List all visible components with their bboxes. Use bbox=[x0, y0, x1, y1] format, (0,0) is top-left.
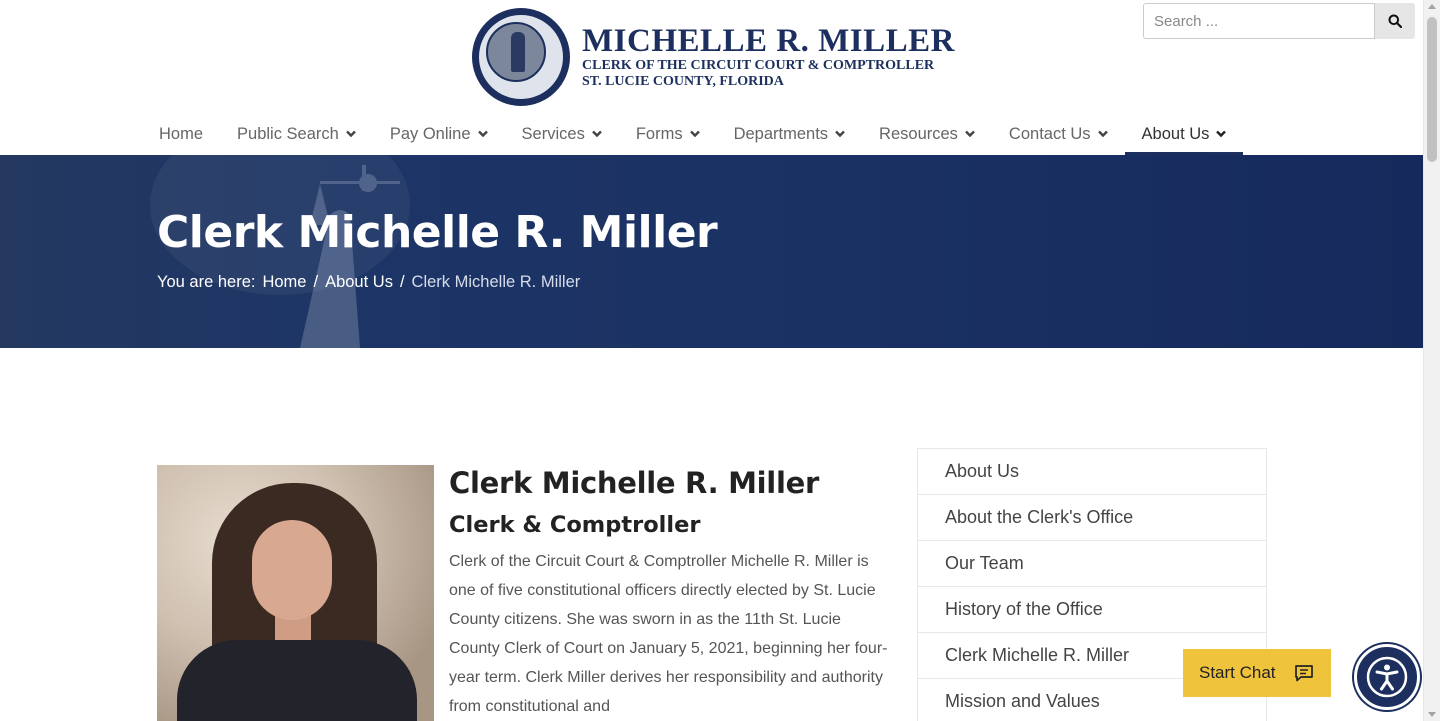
nav-contact-us[interactable]: Contact Us bbox=[992, 118, 1125, 155]
nav-resources[interactable]: Resources bbox=[862, 118, 992, 155]
accessibility-icon bbox=[1366, 656, 1408, 698]
nav-label: Home bbox=[159, 125, 204, 143]
breadcrumb-about-us[interactable]: About Us bbox=[325, 273, 393, 292]
clerk-bio: Clerk Michelle R. Miller Clerk & Comptro… bbox=[449, 464, 889, 721]
breadcrumb: You are here: Home / About Us / Clerk Mi… bbox=[157, 273, 587, 292]
search-button[interactable] bbox=[1375, 3, 1415, 39]
bio-role: Clerk & Comptroller bbox=[449, 512, 701, 538]
chat-label: Start Chat bbox=[1199, 663, 1276, 682]
chevron-down-icon bbox=[689, 130, 700, 138]
bio-name: Clerk Michelle R. Miller bbox=[449, 466, 819, 500]
nav-departments[interactable]: Departments bbox=[717, 118, 862, 155]
chevron-down-icon bbox=[591, 130, 602, 138]
nav-label: Resources bbox=[879, 125, 958, 143]
nav-label: Departments bbox=[733, 125, 829, 143]
logo-text: MICHELLE R. MILLER CLERK OF THE CIRCUIT … bbox=[582, 24, 955, 90]
search-input[interactable] bbox=[1143, 3, 1375, 39]
breadcrumb-home[interactable]: Home bbox=[262, 273, 306, 292]
logo-county: ST. LUCIE COUNTY, FLORIDA bbox=[582, 74, 784, 89]
site-logo[interactable]: MICHELLE R. MILLER CLERK OF THE CIRCUIT … bbox=[472, 8, 955, 106]
chevron-down-icon bbox=[965, 130, 975, 138]
nav-forms[interactable]: Forms bbox=[619, 118, 717, 155]
breadcrumb-current: Clerk Michelle R. Miller bbox=[411, 273, 581, 291]
nav-label: Pay Online bbox=[389, 125, 471, 143]
clerk-portrait-image bbox=[157, 465, 434, 721]
page-title: Clerk Michelle R. Miller bbox=[157, 207, 718, 258]
nav-label: Forms bbox=[635, 125, 683, 143]
breadcrumb-separator: / bbox=[399, 273, 405, 291]
nav-services[interactable]: Services bbox=[505, 118, 619, 155]
chevron-down-icon bbox=[477, 130, 488, 138]
clerk-seal-icon bbox=[472, 8, 570, 106]
breadcrumb-separator: / bbox=[313, 273, 319, 291]
sidebar-item-about-us[interactable]: About Us bbox=[918, 449, 1266, 495]
page-hero: Clerk Michelle R. Miller You are here: H… bbox=[0, 155, 1423, 348]
chevron-down-icon bbox=[345, 130, 356, 138]
sidebar-item-our-team[interactable]: Our Team bbox=[918, 541, 1266, 587]
chevron-down-icon bbox=[1097, 130, 1108, 138]
chevron-down-icon bbox=[835, 130, 845, 138]
search-icon bbox=[1388, 14, 1402, 28]
nav-label: Services bbox=[521, 125, 585, 143]
main-nav: Home Public Search Pay Online Services F… bbox=[142, 118, 1244, 155]
nav-public-search[interactable]: Public Search bbox=[220, 118, 373, 155]
site-header: MICHELLE R. MILLER CLERK OF THE CIRCUIT … bbox=[0, 0, 1423, 155]
breadcrumb-prefix: You are here: bbox=[157, 273, 256, 291]
chevron-down-icon bbox=[1216, 130, 1227, 138]
scroll-down-icon[interactable] bbox=[1428, 712, 1436, 717]
nav-about-us[interactable]: About Us bbox=[1124, 118, 1244, 155]
search-form bbox=[1143, 3, 1415, 39]
logo-title: CLERK OF THE CIRCUIT COURT & COMPTROLLER bbox=[582, 58, 935, 73]
sidebar-item-about-clerks-office[interactable]: About the Clerk's Office bbox=[918, 495, 1266, 541]
accessibility-button[interactable] bbox=[1354, 644, 1420, 710]
nav-label: Contact Us bbox=[1008, 125, 1091, 143]
chat-icon bbox=[1294, 665, 1313, 682]
logo-name: MICHELLE R. MILLER bbox=[582, 23, 955, 59]
scrollbar-thumb[interactable] bbox=[1427, 17, 1437, 162]
nav-home[interactable]: Home bbox=[142, 118, 220, 155]
scroll-up-icon[interactable] bbox=[1428, 4, 1436, 9]
nav-label: Public Search bbox=[237, 125, 339, 143]
bio-text: Clerk of the Circuit Court & Comptroller… bbox=[449, 553, 888, 715]
nav-label: About Us bbox=[1141, 125, 1210, 143]
page-scrollbar[interactable] bbox=[1423, 0, 1440, 721]
sidebar-item-history[interactable]: History of the Office bbox=[918, 587, 1266, 633]
start-chat-button[interactable]: Start Chat bbox=[1183, 649, 1331, 697]
nav-pay-online[interactable]: Pay Online bbox=[373, 118, 505, 155]
